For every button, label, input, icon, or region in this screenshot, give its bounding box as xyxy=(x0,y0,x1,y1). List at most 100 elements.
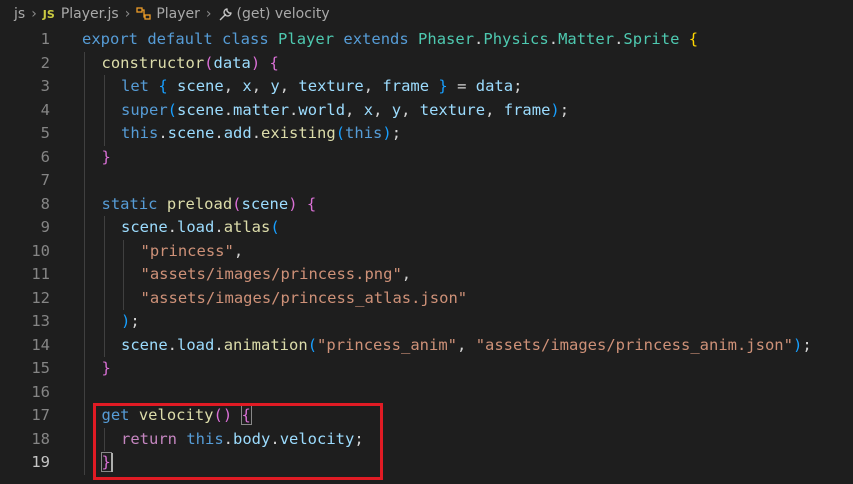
code-line[interactable]: 5 this.scene.add.existing(this); xyxy=(0,122,853,146)
line-number: 2 xyxy=(40,53,50,72)
code-token: . xyxy=(214,218,224,236)
code-token: { xyxy=(269,53,279,72)
code-line[interactable]: 14 scene.load.animation("princess_anim", … xyxy=(0,333,853,357)
indent-guide xyxy=(103,239,105,263)
code-token: frame xyxy=(503,100,551,119)
code-token: this xyxy=(121,124,159,142)
code-token: ) xyxy=(121,312,131,330)
chevron-right-icon: › xyxy=(205,6,212,22)
code-line[interactable]: 15} xyxy=(0,357,853,381)
code-token: load xyxy=(177,335,215,354)
code-token: ; xyxy=(559,100,570,119)
code-line[interactable]: 13); xyxy=(0,310,853,334)
code-token: ) xyxy=(288,194,298,213)
code-line[interactable]: 16 xyxy=(0,380,853,404)
code-line[interactable]: 2 constructor(data) { xyxy=(0,51,853,75)
code-token: } xyxy=(101,359,111,377)
code-token: scene xyxy=(177,100,224,119)
code-token: existing xyxy=(261,124,336,142)
code-token: } xyxy=(101,147,111,166)
code-token: . xyxy=(167,218,178,236)
code-token: , xyxy=(345,100,364,119)
code-line[interactable]: 7 xyxy=(0,169,853,193)
code-token: scene xyxy=(177,77,224,95)
code-line[interactable]: 12 "assets/images/princess_atlas.json" xyxy=(0,286,853,311)
code-line[interactable]: 10 "princess", xyxy=(0,239,853,264)
code-text: } xyxy=(102,146,111,170)
code-line[interactable]: 6} xyxy=(0,145,853,170)
code-token: export xyxy=(82,30,138,48)
code-line[interactable]: 4 super(scene.matter.world, x, y, texture… xyxy=(0,98,853,123)
line-number: 1 xyxy=(40,30,50,48)
code-token: atlas xyxy=(223,218,271,236)
indent-guide xyxy=(84,310,85,334)
code-text: "assets/images/princess_atlas.json" xyxy=(141,287,468,311)
breadcrumb-class[interactable]: Player xyxy=(156,6,200,22)
code-text: scene.load.atlas( xyxy=(121,216,280,240)
indent-guide xyxy=(103,98,105,122)
code-token: , xyxy=(223,77,243,95)
code-line[interactable]: 11 "assets/images/princess.png", xyxy=(0,263,853,287)
indent-guide xyxy=(84,404,85,428)
line-number: 4 xyxy=(40,100,50,119)
indent-guide xyxy=(103,75,105,99)
code-token: super xyxy=(121,100,168,119)
indent-guide xyxy=(84,263,85,287)
code-token: let xyxy=(121,77,149,95)
code-token: "princess_anim" xyxy=(317,335,458,354)
code-text: export default class Player extends Phas… xyxy=(82,28,698,52)
breadcrumb-file[interactable]: Player.js xyxy=(61,6,119,22)
code-token: ( xyxy=(270,218,280,236)
code-token: ( xyxy=(167,100,178,119)
code-token: x xyxy=(242,77,252,95)
code-line[interactable]: 8 static preload(scene) { xyxy=(0,192,853,216)
code-token: x xyxy=(363,100,374,119)
line-number: 15 xyxy=(31,359,50,377)
indent-guide xyxy=(84,122,85,146)
code-text: "assets/images/princess.png", xyxy=(141,263,412,287)
code-token: scene xyxy=(167,124,215,142)
code-text: } xyxy=(102,357,111,381)
code-line[interactable]: 9 scene.load.atlas( xyxy=(0,216,853,240)
line-number: 5 xyxy=(40,124,50,142)
code-token: "assets/images/princess_atlas.json" xyxy=(140,288,468,307)
code-token: . xyxy=(251,124,262,142)
code-token: ) xyxy=(792,335,803,354)
indent-guide xyxy=(84,98,85,122)
line-number: 12 xyxy=(31,288,50,307)
code-token: Matter xyxy=(558,30,615,48)
code-token: "assets/images/princess_anim.json" xyxy=(475,335,793,354)
code-text: let { scene, x, y, texture, frame } = da… xyxy=(121,75,522,99)
indent-guide xyxy=(84,333,85,357)
code-token: frame xyxy=(382,77,430,95)
code-token: { xyxy=(306,194,317,213)
code-editor[interactable]: js › JS Player.js › Player › (get) veloc… xyxy=(0,0,853,484)
code-token: texture xyxy=(298,77,364,95)
code-text: "princess", xyxy=(141,240,244,264)
breadcrumb: js › JS Player.js › Player › (get) veloc… xyxy=(0,0,853,28)
code-text: super(scene.matter.world, x, y, texture,… xyxy=(121,99,569,123)
line-number: 19 xyxy=(31,453,50,471)
line-number: 18 xyxy=(31,429,50,448)
code-token: Player xyxy=(278,30,335,48)
code-token: class xyxy=(222,30,269,48)
line-number: 10 xyxy=(31,241,50,260)
code-token: extends xyxy=(343,30,409,48)
code-token: , xyxy=(251,77,271,95)
code-token: , xyxy=(233,241,244,260)
breadcrumb-member[interactable]: (get) velocity xyxy=(237,6,330,22)
js-file-icon: JS xyxy=(42,7,55,21)
code-token: . xyxy=(223,100,234,119)
code-line[interactable]: 1 export default class Player extends Pha… xyxy=(0,28,853,52)
code-line[interactable]: 3 let { scene, x, y, texture, frame } = d… xyxy=(0,75,853,99)
code-token: animation xyxy=(223,335,308,354)
code-token: . xyxy=(474,30,484,48)
code-token: constructor xyxy=(101,53,205,72)
breadcrumb-folder[interactable]: js xyxy=(14,6,25,22)
indent-guide xyxy=(84,75,85,99)
